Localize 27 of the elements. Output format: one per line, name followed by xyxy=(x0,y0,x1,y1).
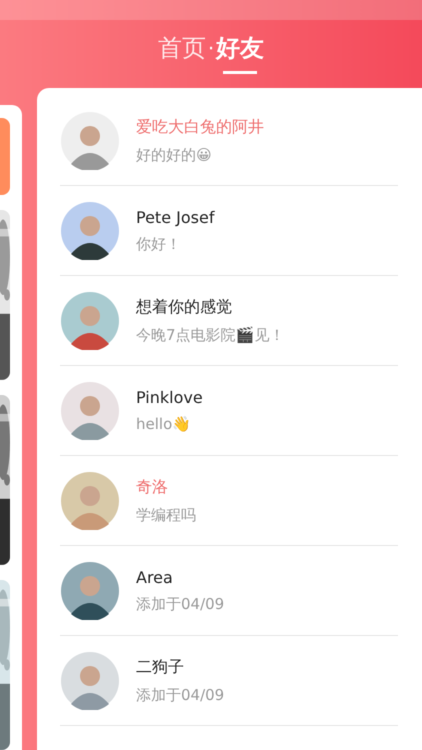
avatar xyxy=(61,382,119,440)
friend-row[interactable]: 想着你的感觉 今晚7点电影院🎬见！ xyxy=(60,276,398,366)
message-preview: 添加于04/09 xyxy=(136,686,224,704)
friend-row[interactable]: 二狗子 添加于04/09 xyxy=(60,636,398,726)
avatar xyxy=(61,202,119,260)
friend-row[interactable]: Pinklove hello👋 xyxy=(60,366,398,456)
separator-dot: · xyxy=(208,35,214,62)
friend-row[interactable]: Area 添加于04/09 xyxy=(60,546,398,636)
friend-name: 想着你的感觉 xyxy=(136,296,233,318)
friend-name: Pete Josef xyxy=(136,208,214,226)
avatar xyxy=(61,652,119,710)
avatar xyxy=(61,562,119,620)
message-preview: 学编程吗 xyxy=(136,506,196,524)
message-preview: 你好！ xyxy=(136,234,182,254)
message-preview: 今晚7点电影院🎬见！ xyxy=(136,326,285,344)
friend-name: 爱吃大白兔的阿井 xyxy=(136,116,264,138)
avatar xyxy=(61,112,119,170)
message-preview: 添加于04/09 xyxy=(136,594,224,614)
friend-name: 二狗子 xyxy=(136,656,185,678)
friend-name: 奇洛 xyxy=(136,476,169,498)
friend-name: Area xyxy=(136,568,174,586)
avatar xyxy=(61,292,119,350)
avatar xyxy=(61,472,119,530)
friend-name: Pinklove xyxy=(136,388,203,407)
message-preview: 好的好的😀 xyxy=(136,146,213,164)
friend-row[interactable]: Pete Josef 你好！ xyxy=(60,186,398,276)
message-preview: hello👋 xyxy=(136,415,192,433)
